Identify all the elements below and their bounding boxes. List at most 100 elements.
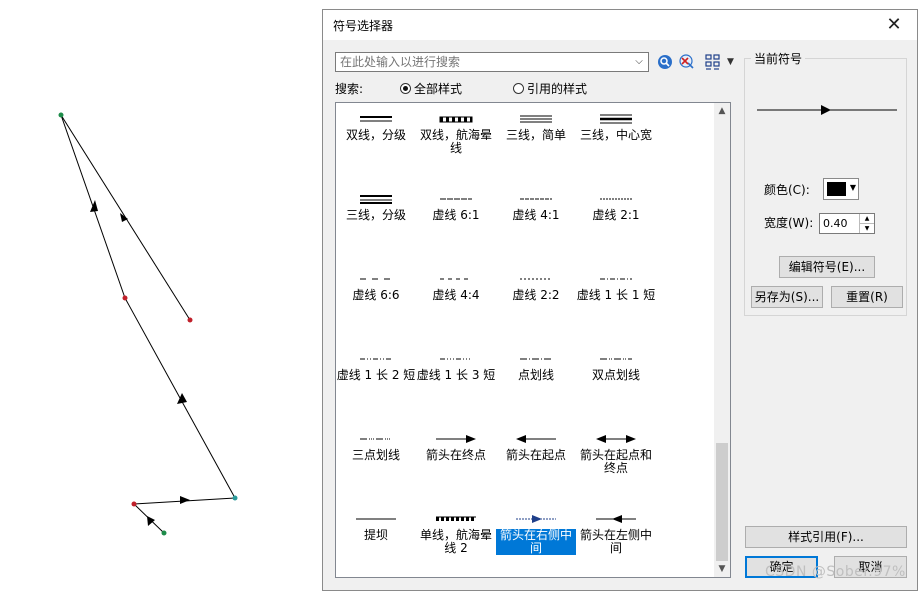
save-as-button[interactable]: 另存为(S)... — [751, 286, 823, 308]
symbol-item[interactable]: 提坝 — [336, 503, 416, 577]
symbol-item[interactable]: 箭头在起点和终点 — [576, 423, 656, 503]
symbol-item[interactable]: 点划线 — [496, 343, 576, 423]
spin-down-icon[interactable]: ▼ — [859, 224, 874, 233]
symbol-item-label: 虚线 6:6 — [352, 288, 400, 302]
symbol-item-label: 虚线 1 长 1 短 — [576, 288, 656, 302]
symbol-item[interactable]: 箭头在左侧中间 — [576, 503, 656, 577]
symbol-item[interactable]: 双线，航海晕线 — [416, 103, 496, 183]
symbol-item-label: 双点划线 — [591, 368, 640, 382]
symbol-item-label: 虚线 4:1 — [512, 208, 560, 222]
clear-search-icon[interactable] — [678, 53, 696, 71]
current-symbol-caption: 当前符号 — [751, 50, 806, 67]
symbol-item-label: 虚线 4:4 — [432, 288, 480, 302]
view-dropdown-icon[interactable]: ▼ — [727, 57, 734, 67]
symbol-item[interactable]: 虚线 1 长 3 短 — [416, 343, 496, 423]
symbol-item[interactable]: 虚线 4:4 — [416, 263, 496, 343]
search-combobox[interactable]: ⌵ — [335, 52, 649, 72]
symbol-item[interactable]: 单线，航海晕线 2 — [416, 503, 496, 577]
symbol-item[interactable]: 虚线 6:6 — [336, 263, 416, 343]
search-input[interactable] — [336, 53, 634, 71]
radio-selected-icon — [400, 83, 411, 94]
scroll-up-icon[interactable]: ▲ — [714, 103, 730, 119]
radio-unselected-icon — [513, 83, 524, 94]
radio-all-styles[interactable]: 全部样式 — [400, 80, 462, 97]
symbol-item[interactable]: 双线，分级 — [336, 103, 416, 183]
symbol-item-label: 双线，分级 — [345, 128, 406, 142]
chevron-down-icon[interactable]: ⌵ — [632, 54, 646, 70]
radio-referenced-styles[interactable]: 引用的样式 — [513, 80, 587, 97]
dash-long-3-short-icon — [440, 358, 472, 360]
symbol-item-label: 虚线 2:1 — [592, 208, 640, 222]
dash-dot-icon — [520, 358, 552, 360]
vertex-point[interactable] — [122, 295, 128, 301]
dash-triple-dot-icon — [360, 438, 392, 440]
map-canvas[interactable] — [0, 0, 322, 591]
symbol-item[interactable]: 虚线 2:1 — [576, 183, 656, 263]
reset-button[interactable]: 重置(R) — [831, 286, 903, 308]
radio-all-styles-label: 全部样式 — [414, 82, 463, 96]
vertex-point[interactable] — [232, 495, 238, 501]
dash-4-1-icon — [520, 198, 552, 200]
symbol-item[interactable]: 箭头在起点 — [496, 423, 576, 503]
symbol-item[interactable]: 三线，简单 — [496, 103, 576, 183]
symbol-item-label: 单线，航海晕线 2 — [419, 528, 492, 555]
symbol-item[interactable]: 虚线 4:1 — [496, 183, 576, 263]
vertex-point[interactable] — [131, 501, 137, 507]
arrow-middle-left-icon — [596, 515, 636, 523]
vertex-point[interactable] — [58, 112, 64, 118]
width-input[interactable] — [820, 214, 862, 232]
symbol-item[interactable]: 三线，中心宽 — [576, 103, 656, 183]
dialog-title: 符号选择器 — [333, 19, 394, 33]
symbol-item[interactable]: 虚线 1 长 2 短 — [336, 343, 416, 423]
arrow-middle-right-icon — [516, 515, 556, 523]
symbol-item-label: 三点划线 — [351, 448, 400, 462]
dash-long-2-short-icon — [360, 358, 392, 360]
vertex-point[interactable] — [161, 530, 167, 536]
symbol-item-label: 提坝 — [363, 528, 388, 542]
style-references-button[interactable]: 样式引用(F)... — [745, 526, 907, 548]
watermark: CSDN @Sober.97% — [765, 564, 906, 580]
scroll-thumb[interactable] — [716, 443, 728, 561]
symbol-item-label: 三线，分级 — [345, 208, 406, 222]
triple-line-center-wide-icon — [600, 114, 632, 124]
symbol-item[interactable]: 箭头在右侧中间 — [496, 503, 576, 577]
edit-symbol-button[interactable]: 编辑符号(E)... — [779, 256, 875, 278]
symbol-item[interactable]: 箭头在终点 — [416, 423, 496, 503]
symbol-item[interactable]: 三线，分级 — [336, 183, 416, 263]
symbol-item-label: 箭头在终点 — [425, 448, 486, 462]
current-symbol-preview — [757, 105, 897, 115]
triple-line-simple-icon — [520, 115, 552, 123]
symbol-gallery[interactable]: 双线，分级 双线，航海晕线 三线，简单 三线，中心宽三线，分级 虚线 6:1 虚线 4:1… — [335, 102, 731, 578]
scroll-down-icon[interactable]: ▼ — [714, 561, 730, 577]
search-icon[interactable] — [656, 53, 674, 71]
dash-2-1-icon — [600, 198, 632, 200]
view-grid-icon[interactable] — [704, 53, 722, 71]
arrowhead — [147, 516, 155, 526]
spin-up-icon[interactable]: ▲ — [859, 214, 874, 224]
triple-line-graded-icon — [360, 195, 392, 204]
dash-6-6-icon — [360, 278, 392, 280]
polyline-drawing — [58, 112, 238, 536]
dash-double-dot-icon — [600, 358, 632, 360]
chevron-down-icon: ▼ — [849, 183, 856, 192]
search-scope-label: 搜索: — [335, 82, 364, 96]
symbol-item-label: 虚线 1 长 3 短 — [416, 368, 496, 382]
symbol-item-label: 箭头在起点 — [505, 448, 566, 462]
symbol-item[interactable]: 三点划线 — [336, 423, 416, 503]
symbol-item-label: 箭头在左侧中间 — [579, 528, 652, 555]
vertex-point[interactable] — [187, 317, 193, 323]
symbol-item-label: 箭头在起点和终点 — [579, 448, 652, 475]
close-button[interactable]: ✕ — [871, 10, 917, 40]
title-bar[interactable]: 符号选择器 ✕ — [323, 10, 917, 40]
width-spinner[interactable]: ▲ ▼ — [819, 213, 875, 234]
dash-2-2-icon — [520, 278, 552, 280]
symbol-item-label: 双线，航海晕线 — [419, 128, 492, 155]
symbol-item[interactable]: 虚线 2:2 — [496, 263, 576, 343]
gallery-scrollbar[interactable]: ▲ ▼ — [714, 103, 730, 577]
symbol-item[interactable]: 双点划线 — [576, 343, 656, 423]
color-picker-button[interactable]: ▼ — [823, 178, 859, 200]
symbol-item[interactable]: 虚线 6:1 — [416, 183, 496, 263]
symbol-item[interactable]: 虚线 1 长 1 短 — [576, 263, 656, 343]
symbol-item-label: 虚线 2:2 — [512, 288, 560, 302]
dash-6-1-icon — [440, 198, 472, 200]
